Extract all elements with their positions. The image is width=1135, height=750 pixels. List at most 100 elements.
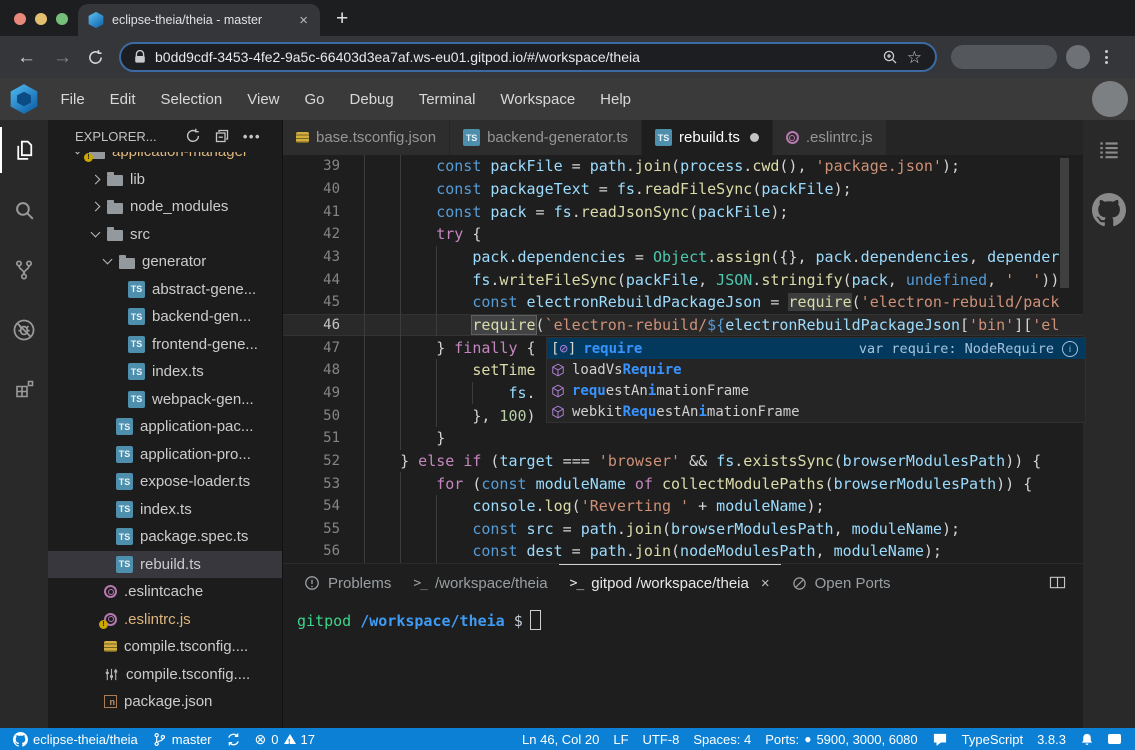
status-indentation[interactable]: Spaces: 4 (686, 728, 758, 750)
menu-go[interactable]: Go (292, 85, 337, 114)
activity-debug[interactable] (0, 300, 48, 360)
tree-item-label: webpack-gen... (152, 391, 254, 408)
browser-frame: eclipse-theia/theia - master × + (0, 0, 1135, 36)
line-number: 54 (283, 498, 340, 514)
activity-extensions[interactable] (0, 360, 48, 420)
tree-item-application-manager[interactable]: !application-manager (48, 152, 282, 166)
status-language[interactable]: TypeScript (955, 728, 1030, 750)
status-problems-summary[interactable]: ⊗0!17 (248, 728, 322, 750)
indent-guide (364, 336, 400, 359)
status-branch[interactable]: master (145, 728, 219, 750)
indent-guides (364, 404, 472, 427)
status-repository[interactable]: eclipse-theia/theia (6, 728, 145, 750)
panel-tab-gitpod-workspace-theia[interactable]: >_gitpod /workspace/theia× (559, 564, 781, 601)
status-eol[interactable]: LF (606, 728, 635, 750)
split-terminal-button[interactable] (1049, 564, 1066, 601)
tree-item-webpack-gen...[interactable]: TSwebpack-gen... (48, 386, 282, 414)
tree-item-compile.tsconfig....[interactable]: compile.tsconfig.... (48, 661, 282, 689)
suggestion-require[interactable]: [⊘]requirevar require: NodeRequirei (547, 338, 1085, 359)
window-close-button[interactable] (14, 13, 26, 25)
window-minimize-button[interactable] (35, 13, 47, 25)
refresh-button[interactable] (185, 128, 201, 144)
line-number: 44 (283, 272, 340, 288)
editor-scrollbar[interactable] (1060, 158, 1069, 288)
zoom-in-icon[interactable] (882, 49, 898, 65)
tree-item-index.ts[interactable]: TSindex.ts (48, 358, 282, 386)
terminal[interactable]: gitpod /workspace/theia $ (283, 601, 1083, 639)
browser-tab[interactable]: eclipse-theia/theia - master × (78, 4, 320, 36)
panel-tab-open-ports[interactable]: Open Ports (781, 564, 902, 601)
tree-item-rebuild.ts[interactable]: TSrebuild.ts (48, 551, 282, 579)
tree-item-expose-loader.ts[interactable]: TSexpose-loader.ts (48, 468, 282, 496)
status-feedback[interactable] (925, 728, 955, 750)
activity-explorer[interactable] (0, 120, 48, 180)
status-notifications[interactable] (1073, 728, 1101, 750)
activity-source-control[interactable] (0, 240, 48, 300)
suggestion-loadvsrequire[interactable]: loadVsRequire (547, 359, 1085, 380)
tab-close-icon[interactable]: × (297, 12, 310, 29)
url-bar[interactable]: b0dd9cdf-3453-4fe2-9a5c-66403d3ea7af.ws-… (119, 42, 937, 72)
new-tab-button[interactable]: + (336, 4, 348, 34)
menu-workspace[interactable]: Workspace (488, 85, 588, 114)
menu-help[interactable]: Help (588, 85, 644, 114)
more-actions-button[interactable]: ••• (243, 129, 261, 144)
tree-item-application-pro...[interactable]: TSapplication-pro... (48, 441, 282, 469)
back-button[interactable]: ← (17, 48, 36, 67)
info-icon[interactable]: i (1062, 341, 1078, 357)
editor-tab-base.tsconfig.json[interactable]: base.tsconfig.json (283, 120, 450, 155)
url-text[interactable]: b0dd9cdf-3453-4fe2-9a5c-66403d3ea7af.ws-… (155, 49, 873, 65)
menu-file[interactable]: File (48, 85, 97, 114)
tree-item-backend-gen...[interactable]: TSbackend-gen... (48, 303, 282, 331)
tree-item-package.spec.ts[interactable]: TSpackage.spec.ts (48, 523, 282, 551)
status-encoding[interactable]: UTF-8 (636, 728, 687, 750)
tree-item-frontend-gene...[interactable]: TSfrontend-gene... (48, 331, 282, 359)
tree-item-.eslintcache[interactable]: .eslintcache (48, 578, 282, 606)
tree-item-package.json[interactable]: npackage.json (48, 688, 282, 716)
rightbar-github[interactable] (1083, 180, 1135, 240)
tree-item-application-pac...[interactable]: TSapplication-pac... (48, 413, 282, 441)
menu-selection[interactable]: Selection (148, 85, 235, 114)
editor-tab-backend-generator.ts[interactable]: TSbackend-generator.ts (450, 120, 642, 155)
status-cursor-position[interactable]: Ln 46, Col 20 (515, 728, 606, 750)
activity-search[interactable] (0, 180, 48, 240)
editor-tab-rebuild.ts[interactable]: TSrebuild.ts (642, 120, 773, 155)
tree-item-lib[interactable]: lib (48, 166, 282, 194)
menu-debug[interactable]: Debug (337, 85, 406, 114)
menu-terminal[interactable]: Terminal (406, 85, 488, 114)
tree-item-node-modules[interactable]: node_modules (48, 193, 282, 221)
status-ts-version[interactable]: 3.8.3 (1030, 728, 1073, 750)
rightbar-outline[interactable] (1083, 120, 1135, 180)
window-maximize-button[interactable] (56, 13, 68, 25)
suggestion-requestanimationframe[interactable]: requestAnimationFrame (547, 380, 1085, 401)
forward-button[interactable]: → (53, 48, 72, 67)
tree-item-compile.tsconfig....[interactable]: compile.tsconfig.... (48, 633, 282, 661)
gitpod-theia-window: eclipse-theia/theia - master × + ← → b0d… (0, 0, 1135, 750)
status-sync[interactable] (219, 728, 248, 750)
status-screencast[interactable] (1101, 728, 1128, 750)
tree-item-abstract-gene...[interactable]: TSabstract-gene... (48, 276, 282, 304)
menu-view[interactable]: View (235, 85, 292, 114)
tree-item-src[interactable]: src (48, 221, 282, 249)
reload-button[interactable] (87, 49, 104, 66)
close-icon[interactable]: × (761, 575, 770, 592)
indent-guides (364, 200, 436, 223)
tree-item-.eslintrc.js[interactable]: !.eslintrc.js (48, 606, 282, 634)
panel-tab-problems[interactable]: Problems (293, 564, 402, 601)
ts-icon: TS (128, 336, 145, 353)
gitpod-logo[interactable] (0, 84, 48, 115)
account-avatar[interactable] (1092, 81, 1128, 117)
browser-menu-icon[interactable] (1101, 46, 1112, 68)
tree-item-generator[interactable]: generator (48, 248, 282, 276)
editor-tab-.eslintrc.js[interactable]: .eslintrc.js (773, 120, 887, 155)
bookmark-star-icon[interactable]: ☆ (907, 49, 922, 66)
tree-item-index.ts[interactable]: TSindex.ts (48, 496, 282, 524)
menu-edit[interactable]: Edit (97, 85, 148, 114)
status-ports[interactable]: Ports:●5900, 3000, 6080 (758, 728, 924, 750)
indent-guide (400, 382, 436, 405)
browser-profile-avatar[interactable] (1066, 45, 1090, 69)
code-line-45: 45const electronRebuildPackageJson = req… (283, 291, 1083, 314)
suggestion-webkitrequestanimationframe[interactable]: webkitRequestAnimationFrame (547, 401, 1085, 422)
panel-tab-workspace-theia[interactable]: >_/workspace/theia (402, 564, 558, 601)
tree-item-label: compile.tsconfig.... (124, 638, 248, 655)
collapse-all-button[interactable] (214, 128, 230, 144)
